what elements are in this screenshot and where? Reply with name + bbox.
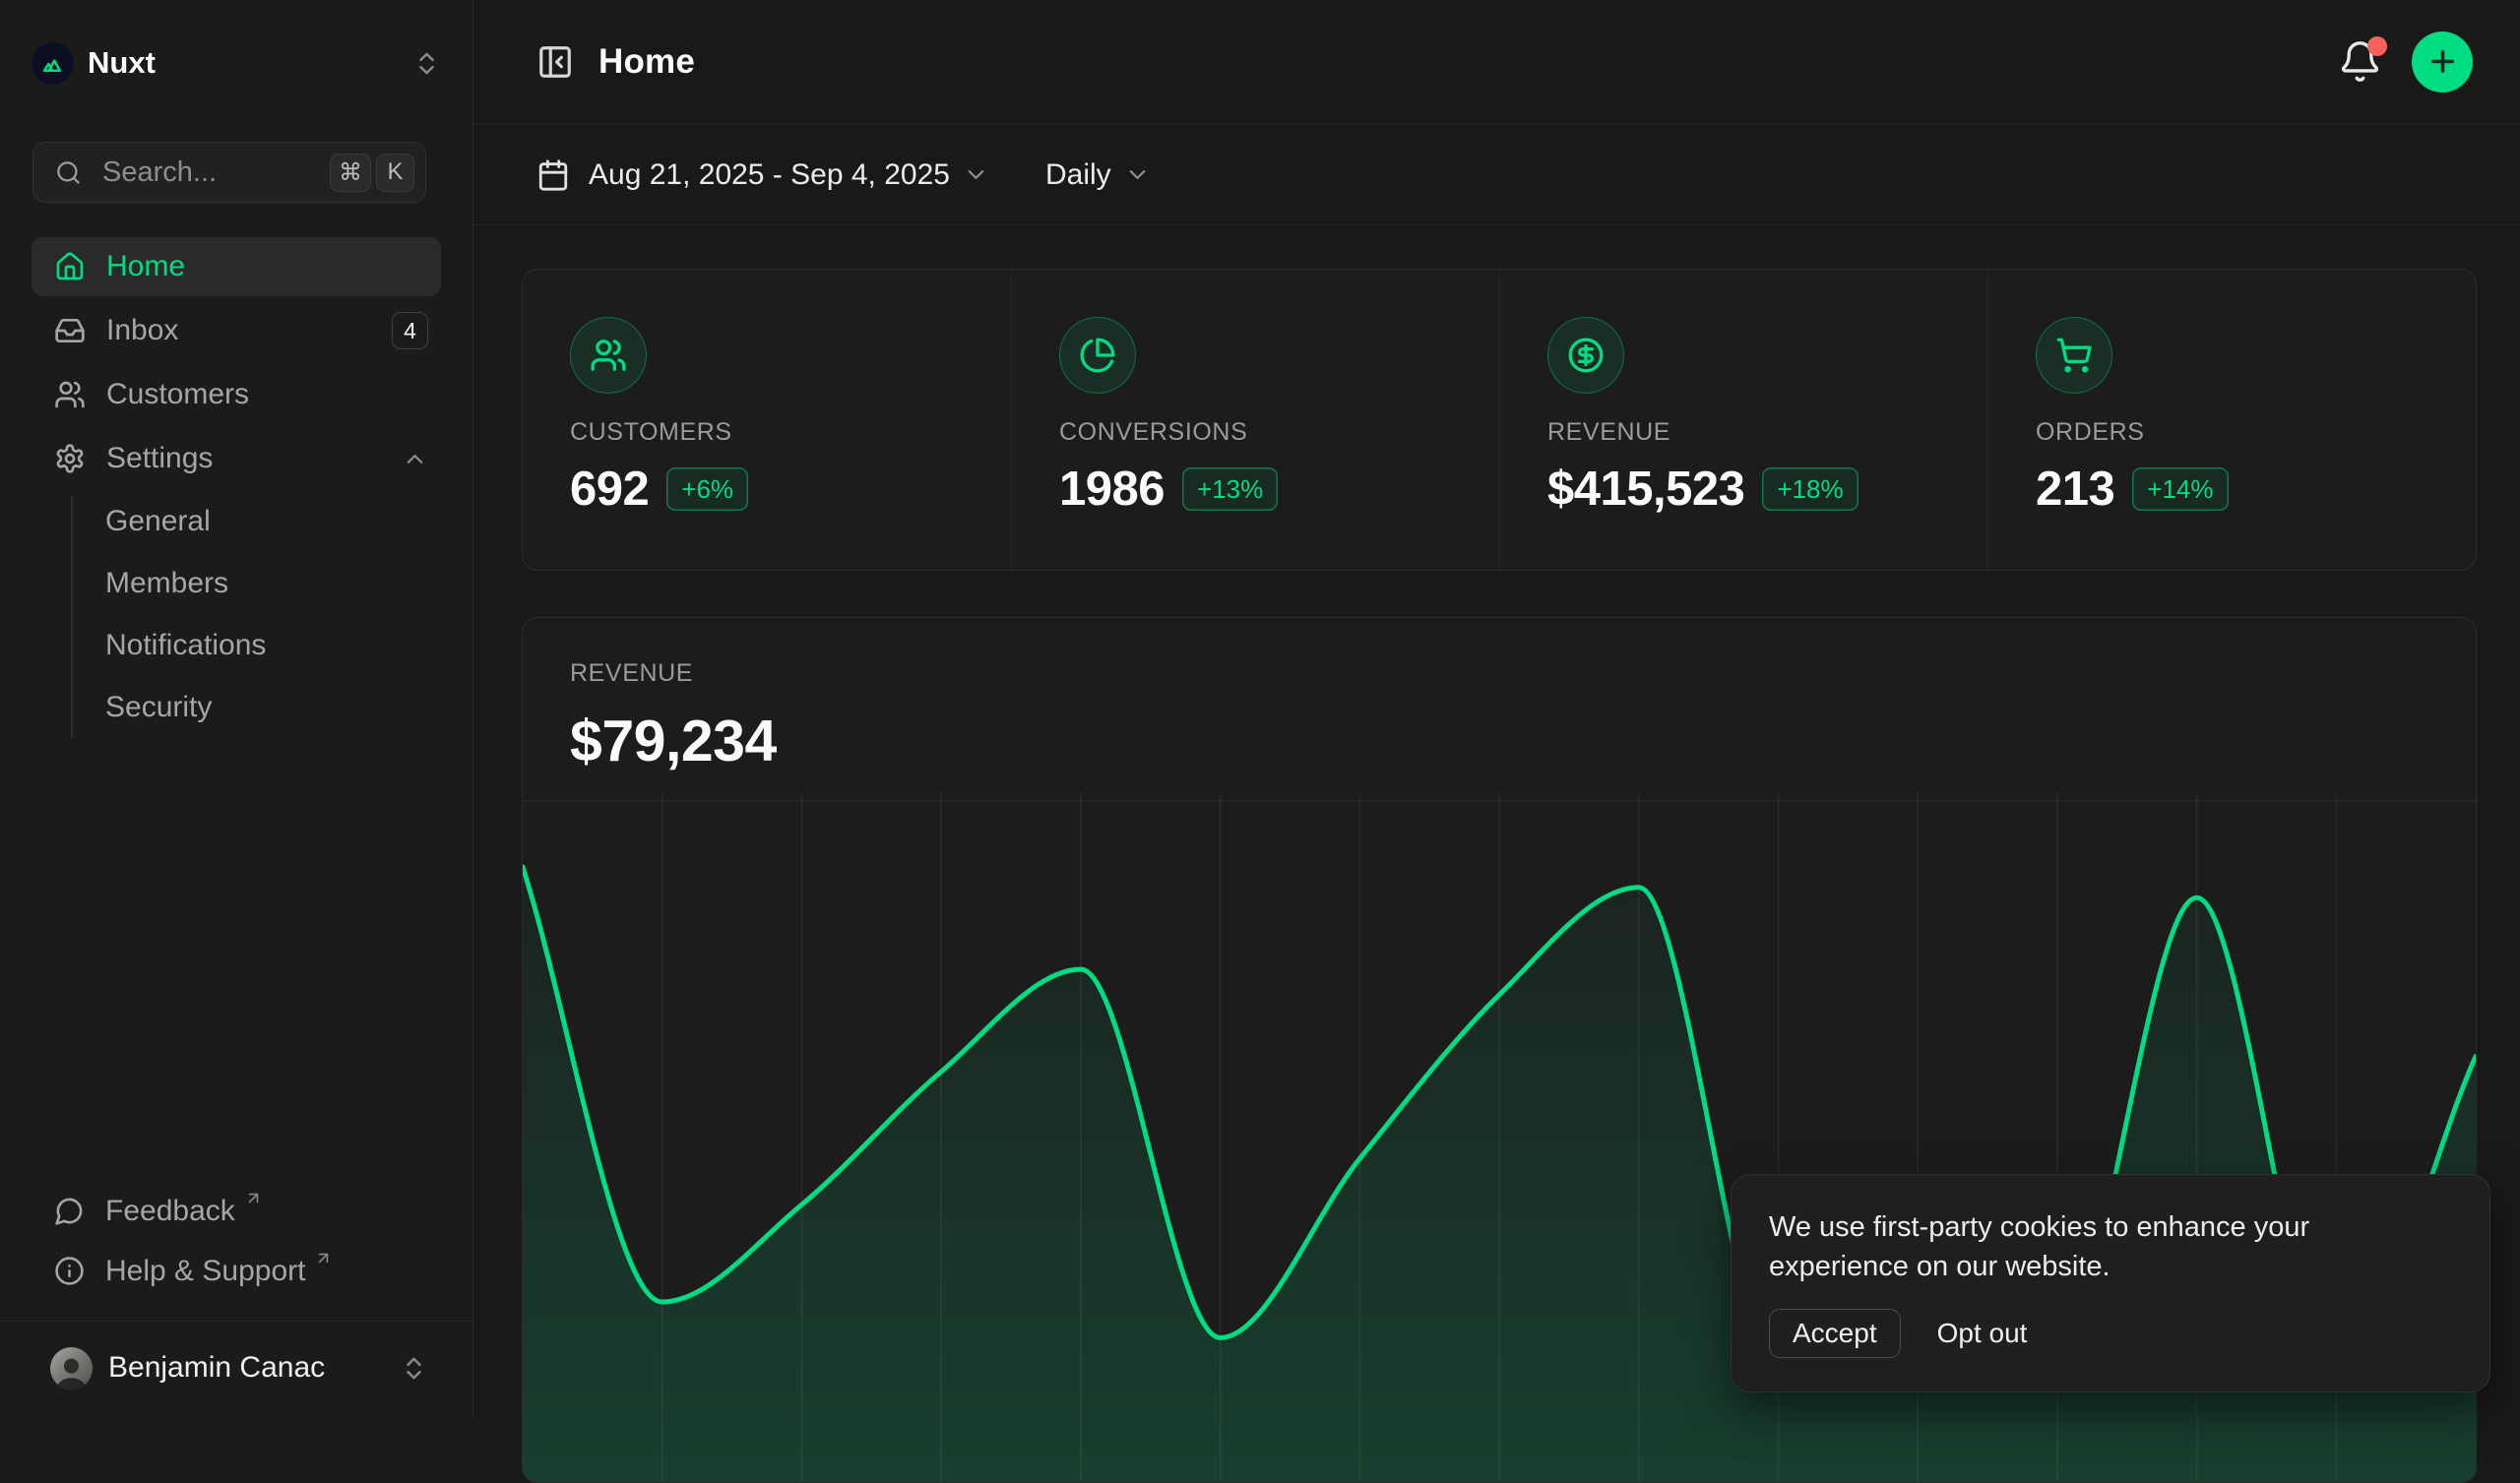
stat-value: 213 — [2036, 462, 2114, 517]
external-link-icon — [244, 1189, 263, 1207]
chevrons-up-down-icon — [412, 49, 441, 78]
search-input[interactable]: Search... ⌘ K — [32, 142, 426, 203]
sidebar-item-settings[interactable]: Settings — [32, 429, 441, 488]
accept-button[interactable]: Accept — [1769, 1309, 1901, 1358]
stat-customers: CUSTOMERS 692 +6% — [523, 270, 1011, 570]
cookie-banner: We use first-party cookies to enhance yo… — [1731, 1174, 2490, 1392]
kbd-meta-key: ⌘ — [330, 154, 371, 192]
help-support-link[interactable]: Help & Support — [32, 1241, 441, 1301]
sidebar-item-notifications[interactable]: Notifications — [32, 614, 441, 676]
team-selector[interactable]: Nuxt — [32, 37, 441, 89]
stat-delta-badge: +18% — [1762, 467, 1858, 511]
dollar-circle-icon — [1547, 317, 1624, 394]
stat-delta-badge: +14% — [2132, 467, 2228, 511]
sidebar-footer: Feedback Help & Support — [32, 1181, 441, 1301]
stat-value: 692 — [570, 462, 649, 517]
home-icon — [54, 251, 86, 282]
add-button[interactable] — [2412, 31, 2473, 93]
inbox-count-badge: 4 — [392, 312, 428, 349]
submenu-guide-line — [71, 496, 73, 738]
stat-label: REVENUE — [1547, 418, 1987, 447]
opt-out-button[interactable]: Opt out — [1937, 1318, 2028, 1349]
sidebar-item-label: Inbox — [106, 314, 371, 347]
stat-value: 1986 — [1059, 462, 1165, 517]
submenu-item-label: Security — [105, 691, 212, 724]
sidebar-item-customers[interactable]: Customers — [32, 365, 441, 424]
submenu-item-label: Notifications — [105, 629, 266, 662]
chart-title: REVENUE — [570, 659, 2476, 688]
sidebar-item-label: Home — [106, 250, 428, 283]
stat-label: ORDERS — [2036, 418, 2476, 447]
collapse-sidebar-button[interactable] — [536, 43, 574, 81]
sidebar-item-general[interactable]: General — [32, 490, 441, 552]
stat-orders: ORDERS 213 +14% — [1987, 270, 2476, 570]
period-value: Daily — [1045, 158, 1111, 192]
gear-icon — [54, 443, 86, 474]
footer-item-label: Feedback — [105, 1195, 235, 1228]
sidebar-item-label: Settings — [106, 442, 381, 475]
submenu-item-label: General — [105, 505, 211, 538]
submenu-item-label: Members — [105, 567, 228, 600]
sidebar-item-inbox[interactable]: Inbox 4 — [32, 301, 441, 360]
external-link-icon — [314, 1249, 333, 1267]
date-range-picker[interactable]: Aug 21, 2025 - Sep 4, 2025 — [536, 158, 989, 192]
users-icon — [570, 317, 647, 394]
chevron-up-icon — [402, 446, 428, 472]
chevron-down-icon — [1124, 161, 1151, 188]
main-content: Home Aug 21, 2025 - Sep 4, 2025 Daily — [473, 0, 2520, 1417]
nuxt-logo-icon — [32, 42, 74, 85]
cart-icon — [2036, 317, 2112, 394]
page-header: Home — [473, 0, 2520, 124]
sidebar: Nuxt Search... ⌘ K Home — [0, 0, 473, 1417]
stat-conversions: CONVERSIONS 1986 +13% — [1011, 270, 1499, 570]
stat-revenue: REVENUE $415,523 +18% — [1499, 270, 1987, 570]
calendar-icon — [536, 158, 570, 192]
chat-bubble-icon — [54, 1196, 85, 1226]
period-select[interactable]: Daily — [1045, 158, 1151, 192]
sidebar-divider — [0, 1321, 473, 1322]
page-title: Home — [598, 42, 2338, 82]
search-placeholder: Search... — [102, 156, 325, 189]
settings-submenu: General Members Notifications Security — [32, 490, 441, 738]
brand-name: Nuxt — [88, 45, 412, 81]
stat-delta-badge: +6% — [666, 467, 748, 511]
sidebar-item-home[interactable]: Home — [32, 237, 441, 296]
chevrons-up-down-icon — [400, 1354, 428, 1383]
stat-delta-badge: +13% — [1182, 467, 1278, 511]
stat-label: CONVERSIONS — [1059, 418, 1499, 447]
sidebar-nav: Home Inbox 4 Customers Settings — [32, 237, 441, 488]
pie-chart-icon — [1059, 317, 1136, 394]
stat-value: $415,523 — [1547, 462, 1744, 517]
user-name: Benjamin Canac — [108, 1351, 384, 1385]
search-icon — [55, 159, 82, 186]
sidebar-item-label: Customers — [106, 378, 428, 411]
users-icon — [54, 379, 86, 410]
cookie-message: We use first-party cookies to enhance yo… — [1769, 1207, 2452, 1286]
chart-current-value: $79,234 — [570, 708, 2476, 774]
notifications-button[interactable] — [2338, 39, 2382, 84]
kbd-k-key: K — [376, 154, 414, 192]
plus-icon — [2426, 45, 2459, 78]
avatar — [50, 1347, 93, 1390]
sidebar-item-security[interactable]: Security — [32, 676, 441, 738]
info-circle-icon — [54, 1256, 85, 1286]
chevron-down-icon — [963, 161, 989, 188]
inbox-icon — [54, 315, 86, 346]
user-menu[interactable]: Benjamin Canac — [32, 1335, 441, 1400]
feedback-link[interactable]: Feedback — [32, 1181, 441, 1241]
stat-label: CUSTOMERS — [570, 418, 1011, 447]
footer-item-label: Help & Support — [105, 1255, 305, 1288]
sidebar-item-members[interactable]: Members — [32, 552, 441, 614]
stats-row: CUSTOMERS 692 +6% CONVERSIONS 1986 +13% — [522, 269, 2477, 571]
notification-dot — [2367, 36, 2387, 56]
filters-toolbar: Aug 21, 2025 - Sep 4, 2025 Daily — [473, 125, 2520, 225]
date-range-value: Aug 21, 2025 - Sep 4, 2025 — [589, 158, 950, 192]
